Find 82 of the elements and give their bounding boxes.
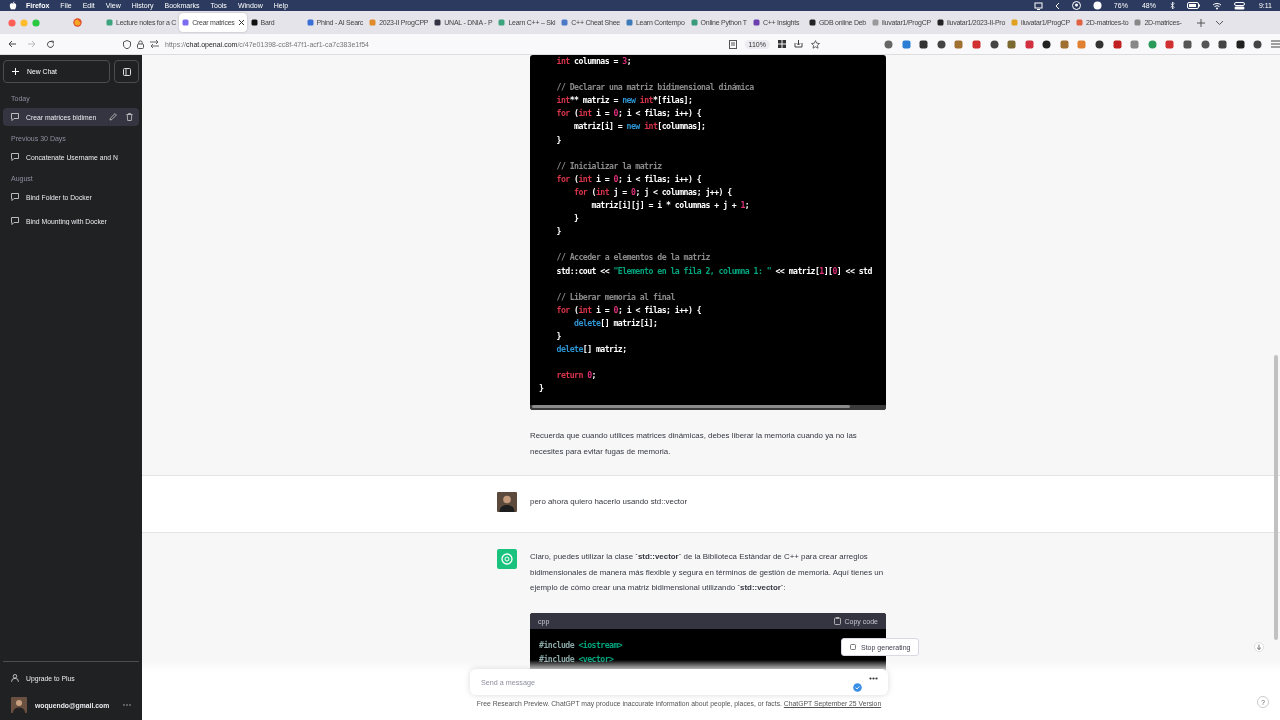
download-tray-icon[interactable] [793,40,803,48]
code-line: } [555,329,561,343]
code-line: for (int i = 0; i < filas; i++) { [555,107,702,121]
chat-bubble-icon [11,217,19,225]
code-line: } [555,133,561,147]
code-line: // Acceder a elementos de la matriz [555,251,710,265]
site-icon [1134,19,1142,26]
site-icon [752,19,760,26]
close-icon[interactable] [237,19,245,26]
chat-bubble-icon [11,113,19,121]
reader-view-icon[interactable] [728,39,737,49]
wifi-icon[interactable] [1211,1,1222,10]
site-icon [872,19,879,26]
site-icon [250,19,258,26]
code-line: for (int i = 0; i < filas; i++) { [555,303,702,317]
check-badge-icon[interactable] [853,682,862,692]
code-line: for (int j = 0; j < columnas; j++) { [573,185,732,199]
site-icon [369,19,377,26]
plus-icon [12,68,19,75]
code-line: } [555,225,561,239]
code-line: for (int i = 0; i < filas; i++) { [555,172,702,186]
code-line: } [573,212,579,226]
code-line: int** matriz = new int*[filas]; [555,94,693,108]
user-avatar [497,492,517,513]
star-icon[interactable] [810,39,820,49]
back-icon[interactable] [8,40,17,48]
horizontal-scrollbar[interactable] [530,405,886,411]
site-icon [1011,19,1019,26]
more-icon[interactable] [869,676,878,680]
site-icon [561,19,569,26]
trash-icon[interactable] [126,113,133,121]
new-tab-icon[interactable] [1197,18,1206,27]
sidebar-toggle-button[interactable] [114,60,139,83]
stop-icon [850,644,856,650]
assistant-avatar [497,549,517,570]
site-icon [936,19,944,26]
vertical-scrollbar[interactable] [1274,355,1278,640]
battery-icon[interactable] [1186,2,1200,9]
site-icon [306,19,314,26]
bluetooth-icon[interactable] [1169,1,1175,10]
circle-icon[interactable] [1092,1,1102,10]
person-icon [11,674,19,682]
code-line: } [539,382,544,396]
site-icon [434,19,442,26]
code-line: // Liberar memoria al final [555,290,675,304]
apple-logo-icon[interactable] [9,1,17,10]
shield-icon [123,39,131,49]
code-line: delete[] matriz; [555,343,627,357]
site-icon [690,19,698,26]
display-icon[interactable] [1033,1,1043,10]
code-line: #include <vector> [539,652,614,666]
user-avatar [11,697,27,713]
chat-bubble-icon [11,153,19,161]
site-icon [625,19,633,26]
chat-bubble-icon [11,193,19,201]
sidebar-icon [122,67,131,76]
code-line: matriz[i][j] = i * columnas + j + 1; [590,199,750,213]
clipboard-icon [833,617,841,626]
code-line: matriz[i] = new int[columnas]; [573,120,706,134]
reload-icon[interactable] [46,39,55,49]
grid-icon[interactable] [777,40,786,48]
podcast-icon[interactable] [1071,1,1081,10]
control-center-icon[interactable] [1233,1,1245,10]
site-icon [498,19,506,26]
menu-icon[interactable] [1271,40,1280,48]
code-line: int columnas = 3; [555,55,631,68]
code-line: std::cout << "Elemento en la fila 2, columna 1: " << matriz[1][0] << std [555,264,872,278]
site-icon [808,19,816,26]
code-line: // Inicializar la matriz [555,159,662,173]
code-line: return 0; [555,369,596,383]
site-icon [182,19,190,26]
code-line: delete[] matriz[i]; [573,316,658,330]
code-line: #include <iostream> [539,639,623,653]
lock-icon [137,39,144,49]
pencil-icon[interactable] [109,113,117,121]
site-icon [106,19,113,26]
site-icon [1076,19,1083,26]
permissions-icon [150,40,159,48]
chevron-icon[interactable] [1054,1,1060,10]
browser-logo-icon [72,18,82,27]
tab-list-icon[interactable] [1215,19,1225,26]
code-line: // Declarar una matriz bidimensional dinámica [555,81,754,95]
